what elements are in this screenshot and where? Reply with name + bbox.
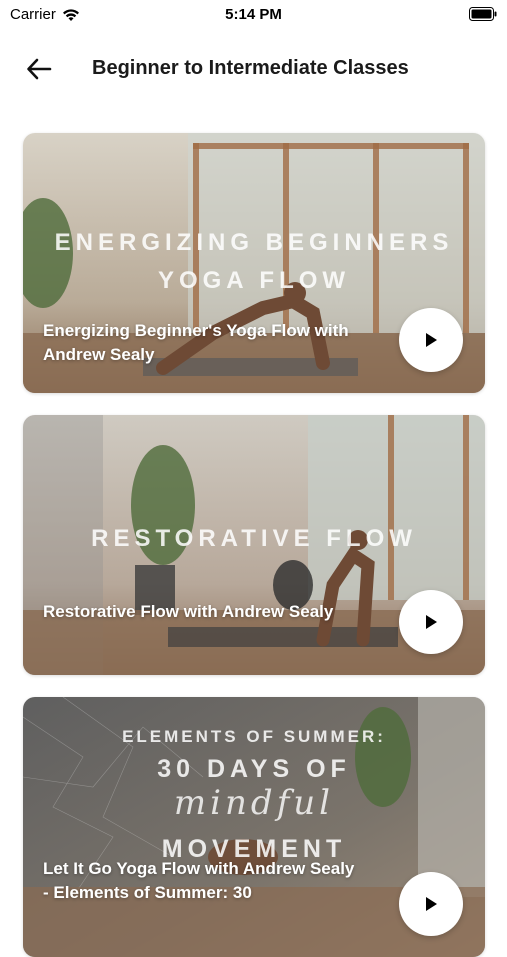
- overlay-title-line: YOGA FLOW: [157, 267, 351, 294]
- play-icon: [426, 615, 437, 629]
- class-card-restorative[interactable]: RESTORATIVE FLOW Restorative Flow with A…: [23, 415, 485, 675]
- status-bar: Carrier 5:14 PM: [0, 0, 507, 30]
- class-title: Restorative Flow with Andrew Sealy: [43, 602, 334, 621]
- overlay-title-line: ENERGIZING BEGINNERS: [54, 229, 454, 256]
- back-arrow-icon: [27, 58, 52, 80]
- overlay-title-line: ELEMENTS OF SUMMER:: [122, 727, 386, 746]
- play-button[interactable]: [399, 872, 463, 936]
- class-card-energizing[interactable]: ENERGIZING BEGINNERS YOGA FLOW Energizin…: [23, 133, 485, 393]
- class-title: Energizing Beginner's Yoga Flow with And…: [43, 321, 349, 364]
- nav-header: Beginner to Intermediate Classes: [0, 44, 507, 94]
- play-icon: [426, 333, 437, 347]
- play-icon: [426, 897, 437, 911]
- battery-icon: [469, 7, 497, 21]
- status-time: 5:14 PM: [225, 6, 282, 23]
- play-button[interactable]: [399, 308, 463, 372]
- overlay-title-line: 30 DAYS OF: [157, 755, 351, 783]
- back-button[interactable]: [22, 54, 56, 84]
- play-button[interactable]: [399, 590, 463, 654]
- overlay-script-text: mindful: [173, 783, 335, 823]
- class-card-let-it-go[interactable]: ELEMENTS OF SUMMER: 30 DAYS OF mindful M…: [23, 697, 485, 957]
- page-title: Beginner to Intermediate Classes: [92, 57, 409, 79]
- class-title: Let It Go Yoga Flow with Andrew Sealy - …: [43, 859, 355, 902]
- overlay-title-line: RESTORATIVE FLOW: [91, 525, 417, 552]
